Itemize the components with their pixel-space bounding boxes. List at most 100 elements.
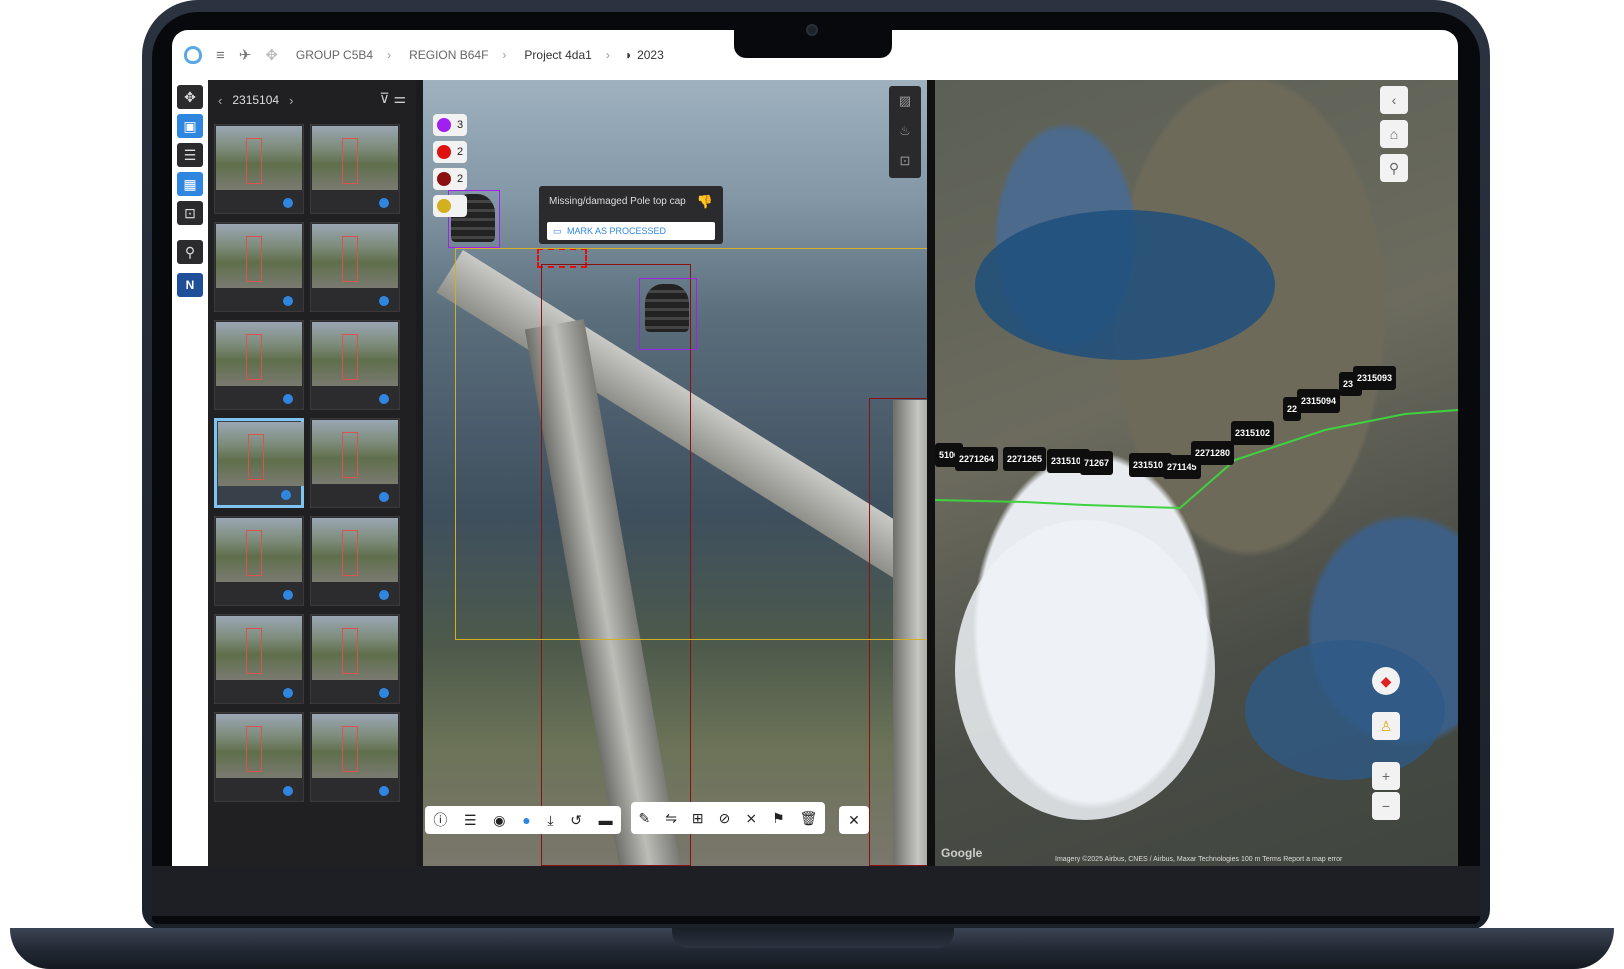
app-logo[interactable] xyxy=(184,46,202,64)
map-pole-label[interactable]: 71267 xyxy=(1080,451,1114,475)
filter-icons[interactable]: ⊽ ⚌ xyxy=(379,90,406,107)
screen-chin xyxy=(152,866,1480,916)
comment-icon[interactable]: ▬ xyxy=(599,812,613,828)
class-count-value: 2 xyxy=(457,146,464,158)
flag-icon[interactable]: ⚑ xyxy=(772,810,785,827)
status-dot-icon xyxy=(283,296,293,306)
feedback-icon[interactable]: ⇋ xyxy=(665,810,677,827)
zoom-out-icon[interactable]: − xyxy=(1372,792,1400,820)
status-dot-icon xyxy=(379,492,389,502)
plane-icon[interactable]: ✈ xyxy=(239,46,252,64)
map-tool-icon[interactable]: ▦ xyxy=(177,172,203,196)
home-icon[interactable]: ⌂ xyxy=(1380,120,1408,148)
menu-icon[interactable]: ≡ xyxy=(216,47,225,64)
scan-tool-icon[interactable]: ⊡ xyxy=(177,201,203,225)
status-dot-icon xyxy=(283,198,293,208)
location-icon[interactable]: ● xyxy=(522,812,530,828)
map-pole-label[interactable]: 2315102 xyxy=(1231,421,1275,445)
panel-divider[interactable] xyxy=(927,80,935,866)
defect-popup: Missing/damaged Pole top cap 👎 ▭ MARK AS… xyxy=(539,186,723,244)
annotation-box[interactable] xyxy=(455,248,927,640)
thumbs-down-icon[interactable]: 👎 xyxy=(697,194,713,210)
app-screen: ≡ ✈ ✥ GROUP C5B4 › REGION B64F › Project… xyxy=(172,30,1458,866)
status-dot-icon xyxy=(283,688,293,698)
collapse-map-icon[interactable]: ‹ xyxy=(1380,86,1408,114)
breadcrumb-year[interactable]: 2023 xyxy=(637,48,664,62)
map-attribution[interactable]: Imagery ©2025 Airbus, CNES / Airbus, Max… xyxy=(1055,856,1342,863)
n-button[interactable]: N xyxy=(177,273,203,297)
add-image-icon[interactable]: ⊞ xyxy=(692,810,704,827)
chevron-right-icon: › xyxy=(387,48,392,62)
image-viewer[interactable]: 3 2 2 Missing/damaged Pole top cap 👎 ▭ MAR… xyxy=(423,80,927,866)
move-icon[interactable]: ✥ xyxy=(265,46,278,64)
status-dot-icon xyxy=(379,590,389,600)
class-count[interactable]: 2 xyxy=(433,168,467,190)
gallery-thumbnail[interactable] xyxy=(310,320,400,410)
chevron-right-icon: › xyxy=(502,48,507,62)
list-icon[interactable]: ☰ xyxy=(464,812,477,829)
image-gallery: ‹ 2315104 › ⊽ ⚌ xyxy=(208,80,416,866)
street-view-icon[interactable]: ♙ xyxy=(1372,712,1400,740)
search-icon[interactable]: ⚲ xyxy=(177,240,203,264)
download-icon[interactable]: ⤓ xyxy=(547,812,553,829)
gallery-thumbnail[interactable] xyxy=(310,418,400,508)
breadcrumb-project[interactable]: Project 4da1 xyxy=(524,48,591,62)
thumbnail-image xyxy=(312,126,398,190)
map-pole-label[interactable]: 2315094 xyxy=(1297,389,1341,413)
gallery-thumbnail[interactable] xyxy=(214,418,304,508)
map-pole-label[interactable]: 2271265 xyxy=(1003,447,1047,471)
move-tool-icon[interactable]: ✥ xyxy=(177,85,203,109)
focus-icon[interactable]: ⊡ xyxy=(889,146,921,176)
gallery-thumbnail[interactable] xyxy=(214,712,304,802)
map-pole-label[interactable]: 2271280 xyxy=(1191,441,1235,465)
defect-title: Missing/damaged Pole top cap xyxy=(549,196,686,207)
status-dot-icon xyxy=(379,296,389,306)
gallery-thumbnail[interactable] xyxy=(214,516,304,606)
chevron-right-icon: › xyxy=(605,48,610,62)
remove-line-icon[interactable]: ⨯ xyxy=(745,810,757,827)
gallery-thumbnail[interactable] xyxy=(310,712,400,802)
satellite-map[interactable]: 5106 2271264 2271265 2315105 71267 23151… xyxy=(935,80,1458,866)
list-tool-icon[interactable]: ☰ xyxy=(177,143,203,167)
class-color-dot xyxy=(437,199,451,213)
image-icon[interactable]: ▨ xyxy=(889,86,921,116)
gallery-thumbnail[interactable] xyxy=(310,614,400,704)
map-pole-label[interactable]: 2315093 xyxy=(1353,366,1397,390)
gallery-thumbnail[interactable] xyxy=(310,516,400,606)
zoom-in-icon[interactable]: + xyxy=(1372,762,1400,790)
gallery-tool-icon[interactable]: ▣ xyxy=(177,114,203,138)
viewer-side-tools: ▨ ♨ ⊡ xyxy=(889,86,921,178)
pencil-icon[interactable]: ✎ xyxy=(638,810,650,827)
fire-icon[interactable]: ♨ xyxy=(889,116,921,146)
next-arrow-icon[interactable]: › xyxy=(289,93,293,108)
mark-as-processed-label: MARK AS PROCESSED xyxy=(567,226,667,236)
history-icon[interactable]: ↺ xyxy=(570,812,582,829)
gallery-thumbnail[interactable] xyxy=(214,124,304,214)
gallery-thumbnail[interactable] xyxy=(310,124,400,214)
eye-icon[interactable]: ◉ xyxy=(493,812,505,829)
webcam xyxy=(806,24,818,36)
status-dot-icon xyxy=(283,394,293,404)
class-count[interactable] xyxy=(433,195,467,217)
class-count[interactable]: 3 xyxy=(433,114,467,136)
prev-arrow-icon[interactable]: ‹ xyxy=(218,93,222,108)
gallery-thumbnail[interactable] xyxy=(214,222,304,312)
gallery-thumbnail[interactable] xyxy=(214,614,304,704)
map-pole-label[interactable]: 2271264 xyxy=(955,447,999,471)
pin-icon[interactable]: ⚲ xyxy=(1380,154,1408,182)
thumbnail-image xyxy=(216,714,302,778)
calendar-icon: ▭ xyxy=(553,225,562,236)
compass-icon[interactable]: ◆ xyxy=(1372,667,1400,695)
hide-boxes-icon[interactable]: ⊘ xyxy=(719,810,731,827)
mark-as-processed-button[interactable]: ▭ MARK AS PROCESSED xyxy=(547,222,715,240)
trash-icon[interactable]: 🗑 xyxy=(800,810,818,827)
breadcrumb-group[interactable]: GROUP C5B4 xyxy=(296,48,373,62)
gallery-thumbnail[interactable] xyxy=(214,320,304,410)
class-count[interactable]: 2 xyxy=(433,141,467,163)
gallery-thumbnail[interactable] xyxy=(310,222,400,312)
thumbnail-image xyxy=(312,518,398,582)
breadcrumb-region[interactable]: REGION B64F xyxy=(409,48,488,62)
thumbnail-image xyxy=(312,616,398,680)
info-icon[interactable]: ⓘ xyxy=(433,810,447,830)
close-icon[interactable]: ✕ xyxy=(839,806,869,834)
